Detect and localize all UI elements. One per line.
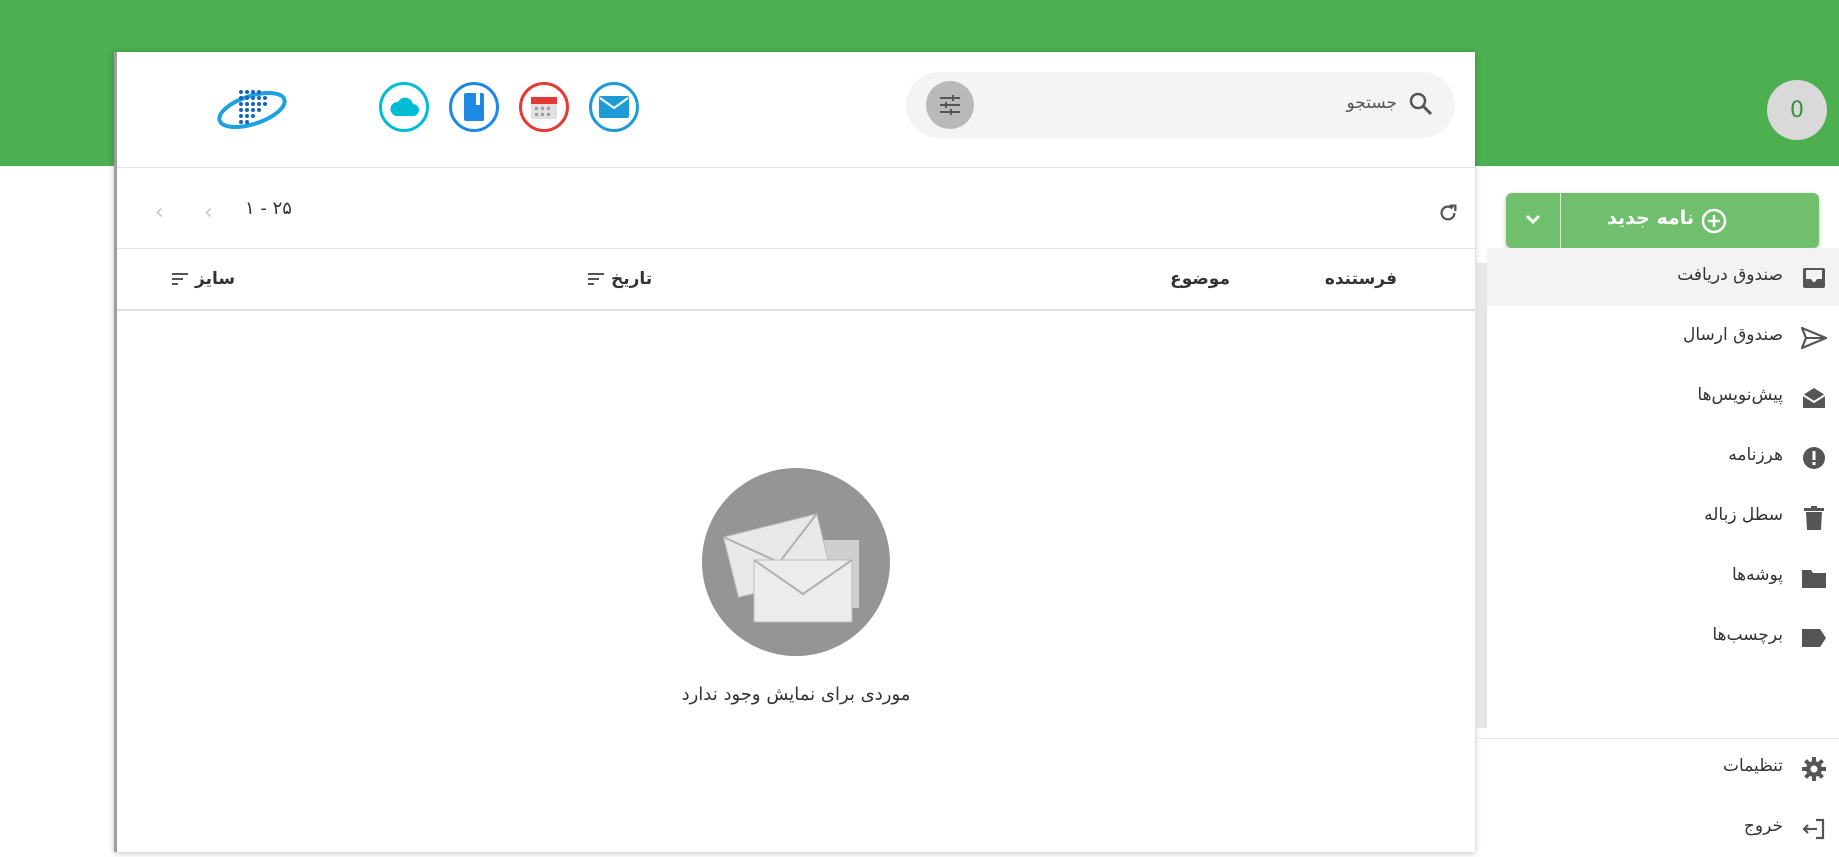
empty-state-message: موردی برای نمایش وجود ندارد <box>681 684 911 705</box>
sidebar-item-sent[interactable]: صندوق ارسال <box>1487 308 1839 366</box>
search-bar[interactable]: جستجو <box>906 72 1455 138</box>
refresh-icon[interactable] <box>1437 202 1459 224</box>
cloud-app-button[interactable] <box>379 82 429 132</box>
sidebar-item-label: برچسب‌ها <box>1712 625 1783 645</box>
sidebar-item-label: پوشه‌ها <box>1731 565 1783 585</box>
gear-icon <box>1801 756 1827 782</box>
search-input[interactable]: جستجو <box>1346 93 1397 113</box>
page-range: ۱ - ۲۵ <box>245 198 292 219</box>
sort-icon <box>588 273 604 285</box>
sidebar-item-trash[interactable]: سطل زباله <box>1487 488 1839 546</box>
sidebar-item-label: صندوق دریافت <box>1677 265 1783 285</box>
sidebar-item-label: خروج <box>1743 816 1783 836</box>
compose-button[interactable]: نامه جدید <box>1506 193 1819 248</box>
notebook-app-button[interactable] <box>449 82 499 132</box>
sidebar-item-label: تنظیمات <box>1723 756 1783 776</box>
column-date[interactable]: تاریخ <box>587 269 652 289</box>
column-size-label: سایز <box>195 269 236 289</box>
compose-label: نامه جدید <box>1607 207 1694 229</box>
empty-state: موردی برای نمایش وجود ندارد <box>117 468 1475 705</box>
logout-icon <box>1801 816 1827 842</box>
label-icon <box>1801 625 1827 651</box>
compose-divider <box>1560 193 1561 248</box>
folder-icon <box>1801 565 1827 591</box>
tune-icon <box>940 95 960 115</box>
previous-page-button[interactable]: ‹ <box>155 200 164 225</box>
column-sender[interactable]: فرستنده <box>1325 269 1397 289</box>
column-header-row: فرستنده موضوع تاریخ سایز <box>117 249 1475 311</box>
spam-icon <box>1801 445 1827 471</box>
chevron-down-icon[interactable] <box>1524 210 1542 228</box>
sidebar-item-folders[interactable]: پوشه‌ها <box>1487 548 1839 606</box>
calendar-app-button[interactable] <box>519 82 569 132</box>
sidebar-item-labels[interactable]: برچسب‌ها <box>1487 608 1839 666</box>
card-header: جستجو <box>117 52 1475 168</box>
sidebar-item-label: پیش‌نویس‌ها <box>1697 385 1783 405</box>
user-avatar[interactable]: 0 <box>1767 80 1827 140</box>
trash-icon <box>1801 505 1827 531</box>
sidebar-item-label: صندوق ارسال <box>1683 325 1783 345</box>
search-icon[interactable] <box>1409 92 1433 116</box>
search-filter-button[interactable] <box>926 81 974 129</box>
sidebar-item-label: سطل زباله <box>1704 505 1783 525</box>
notebook-icon <box>464 93 484 121</box>
next-page-button[interactable]: ‹ <box>204 200 213 225</box>
sidebar-item-inbox[interactable]: صندوق دریافت <box>1487 248 1839 306</box>
cloud-icon <box>390 97 419 116</box>
sidebar-item-label: هرزنامه <box>1728 445 1783 465</box>
column-subject[interactable]: موضوع <box>1170 269 1230 289</box>
mail-panel: جستجو ‹ ‹ ۱ - ۲۵ فرستنده موضوع تاریخ سای… <box>114 52 1475 852</box>
sidebar-scrollbar[interactable] <box>1475 263 1487 728</box>
inbox-icon <box>1801 265 1827 291</box>
sidebar-item-drafts[interactable]: پیش‌نویس‌ها <box>1487 368 1839 426</box>
mail-icon <box>599 96 629 118</box>
send-icon <box>1801 325 1827 351</box>
drafts-icon <box>1801 385 1827 411</box>
sidebar-item-spam[interactable]: هرزنامه <box>1487 428 1839 486</box>
brand-logo <box>217 90 287 129</box>
add-circle-icon <box>1701 208 1727 234</box>
mail-app-button[interactable] <box>589 82 639 132</box>
sort-icon <box>172 273 188 285</box>
sidebar-item-settings[interactable]: تنظیمات <box>1487 739 1839 797</box>
column-date-label: تاریخ <box>611 269 653 289</box>
list-toolbar: ‹ ‹ ۱ - ۲۵ <box>117 168 1475 249</box>
empty-envelopes-illustration <box>702 468 890 656</box>
column-size[interactable]: سایز <box>171 269 235 289</box>
calendar-icon <box>531 97 557 119</box>
sidebar-item-logout[interactable]: خروج <box>1487 799 1839 857</box>
